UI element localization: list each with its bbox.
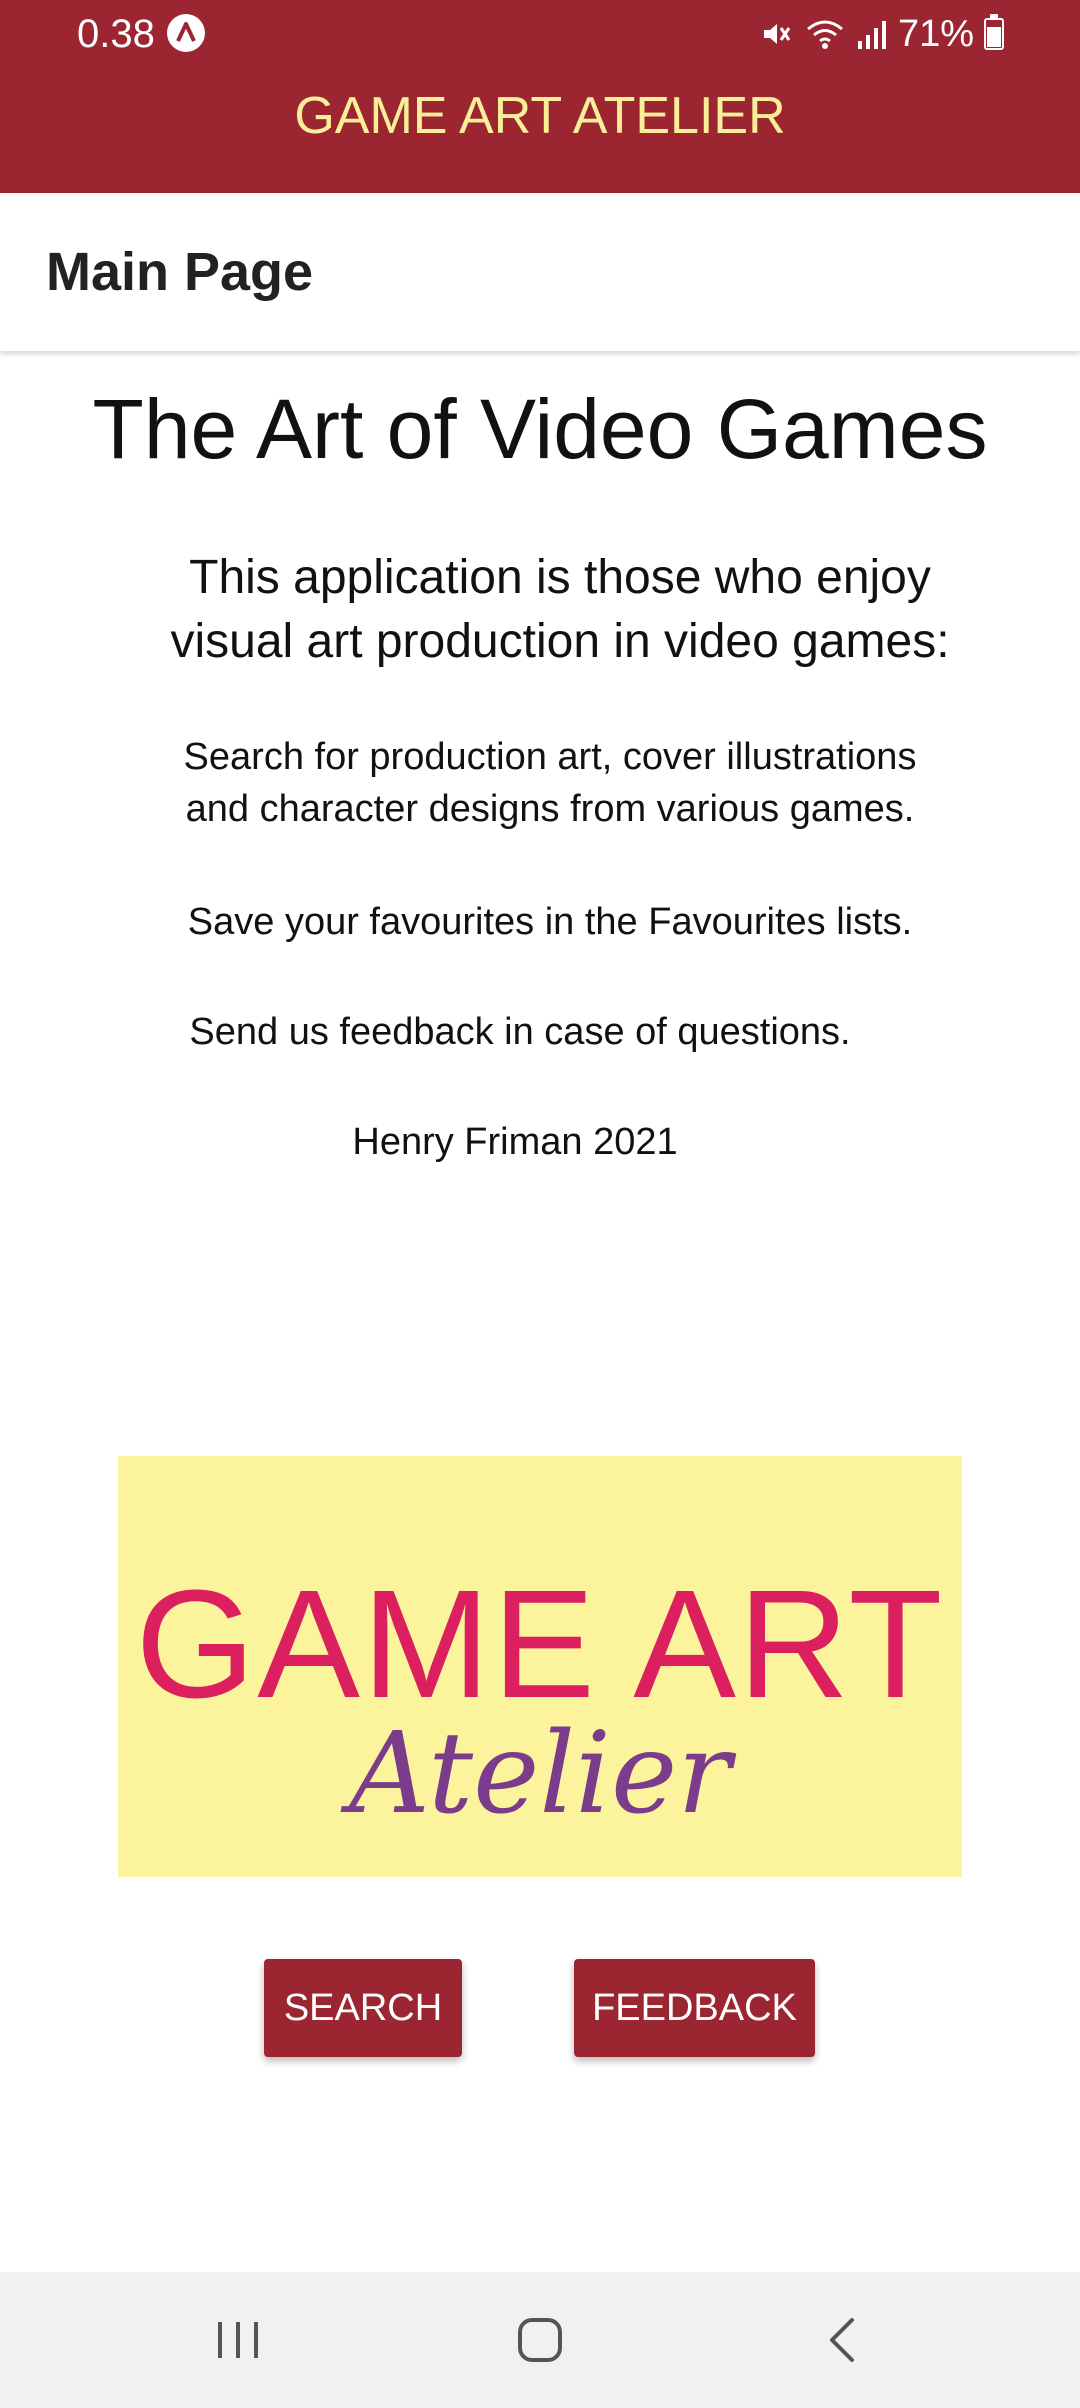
signal-icon	[856, 15, 888, 53]
logo-subtitle: Atelier	[349, 1709, 731, 1839]
home-icon[interactable]	[500, 2300, 580, 2380]
page-title: Main Page	[46, 242, 314, 302]
battery-percentage: 71%	[897, 13, 974, 55]
status-icons: 71%	[756, 8, 1004, 60]
app-bar: 0.38 71% GAME ART ATELIER	[0, 0, 1080, 193]
credit-line: Henry Friman 2021	[352, 1121, 678, 1163]
main-content: The Art of Video Games This application …	[0, 351, 1080, 2271]
intro-line: visual art production in video games:	[170, 615, 950, 668]
feedback-description-line: Send us feedback in case of questions.	[189, 1011, 851, 1053]
search-description-line: and character designs from various games…	[185, 788, 915, 830]
recents-icon[interactable]	[198, 2300, 278, 2380]
app-title: GAME ART ATELIER	[294, 87, 786, 145]
intro-text: This application is those who enjoy visu…	[80, 546, 1040, 674]
search-description: Search for production art, cover illustr…	[80, 731, 1020, 835]
app-screen: 0.38 71% GAME ART ATELIER Main Page The …	[0, 0, 1080, 2408]
wifi-icon	[804, 15, 846, 53]
page-header: Main Page	[0, 193, 1080, 351]
search-description-line: Search for production art, cover illustr…	[183, 736, 917, 778]
assistant-app-icon	[167, 14, 205, 52]
battery-level	[987, 27, 1001, 47]
feedback-description: Send us feedback in case of questions.	[50, 1006, 990, 1058]
logo-banner: GAME ART Atelier	[118, 1456, 962, 1877]
favourites-description-line: Save your favourites in the Favourites l…	[187, 901, 913, 943]
main-heading: The Art of Video Games	[92, 382, 988, 476]
feedback-button[interactable]: FEEDBACK	[574, 1959, 815, 2057]
favourites-description: Save your favourites in the Favourites l…	[80, 896, 1020, 948]
mute-icon	[756, 15, 794, 53]
battery-icon	[984, 14, 1004, 50]
status-time: 0.38	[77, 12, 155, 56]
system-nav-bar	[0, 2272, 1080, 2408]
logo-title: GAME ART	[135, 1558, 945, 1730]
credit-text: Henry Friman 2021	[0, 1116, 1030, 1168]
search-button[interactable]: SEARCH	[264, 1959, 462, 2057]
back-icon[interactable]	[802, 2300, 882, 2380]
intro-line: This application is those who enjoy	[189, 551, 931, 604]
